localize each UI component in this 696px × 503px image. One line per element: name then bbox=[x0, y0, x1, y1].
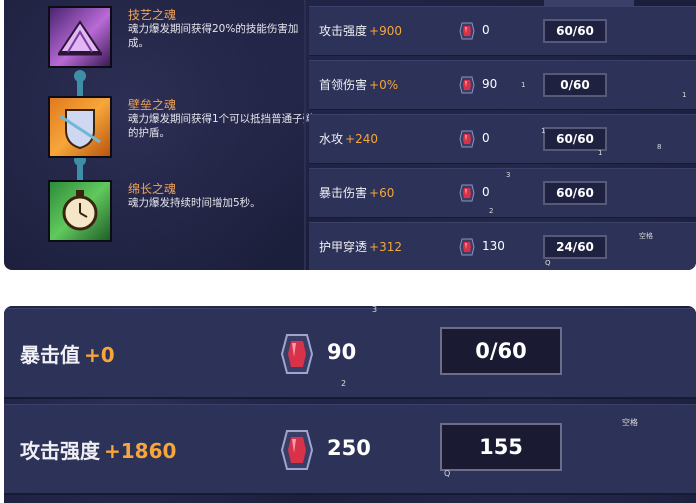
soul-gem-icon bbox=[459, 130, 475, 148]
stat-row-attack-strength[interactable]: 攻击强度 +1860 250 155 空格 Q bbox=[4, 404, 696, 495]
soul-gem-icon bbox=[280, 430, 314, 470]
upgrade-cost: 90 bbox=[482, 77, 498, 91]
stat-label: 攻击强度 +900 bbox=[319, 24, 402, 38]
stat-label: 攻击强度 +1860 bbox=[20, 439, 177, 463]
stat-row-armor-pierce[interactable]: 护甲穿透 +312 130 24/60 Q 空格 bbox=[309, 222, 696, 270]
overlay-mark: 8 bbox=[657, 143, 662, 151]
soul-description: 魂力爆发期间获得1个可以抵挡普通子弹的护盾。 bbox=[128, 113, 314, 139]
overlay-mark: 空格 bbox=[639, 232, 653, 240]
level-box[interactable]: 0/60 bbox=[440, 327, 562, 375]
overlay-mark: 2 bbox=[341, 379, 347, 388]
level-box[interactable]: 24/60 bbox=[543, 235, 607, 259]
soul-item-endurance[interactable]: 绵长之魂 魂力爆发持续时间增加5秒。 bbox=[48, 180, 298, 250]
level-box[interactable]: 0/60 bbox=[543, 73, 607, 97]
level-box[interactable]: 60/60 bbox=[543, 181, 607, 205]
upgrade-cost: 250 bbox=[327, 436, 371, 460]
stat-row-crit-damage[interactable]: 暴击伤害 +60 0 3 2 60/60 bbox=[309, 168, 696, 218]
soul-upgrade-panel: 技艺之魂 魂力爆发期间获得20%的技能伤害加成。 壁垒之魂 魂力爆发期间获得1个… bbox=[4, 0, 696, 270]
shell-icon bbox=[48, 6, 112, 68]
upgrade-cost: 0 bbox=[482, 131, 490, 145]
stopwatch-icon bbox=[48, 180, 112, 242]
soul-item-bulwark[interactable]: 壁垒之魂 魂力爆发期间获得1个可以抵挡普通子弹的护盾。 bbox=[48, 96, 313, 166]
overlay-mark: 1 bbox=[521, 81, 526, 89]
stat-row-water-attack[interactable]: 水攻 +240 0 60/60 1 8 1 bbox=[309, 114, 696, 164]
soul-item-skill[interactable]: 技艺之魂 魂力爆发期间获得20%的技能伤害加成。 bbox=[48, 6, 298, 76]
overlay-mark: 3 bbox=[372, 306, 378, 314]
stat-label: 水攻 +240 bbox=[319, 132, 378, 146]
soul-gem-icon bbox=[459, 184, 475, 202]
zoomed-stat-panel: 暴击值 +0 90 3 2 0/60 攻击强度 +1860 250 155 空格 Q bbox=[4, 306, 696, 503]
level-box[interactable]: 155 bbox=[440, 423, 562, 471]
soul-name: 绵长之魂 bbox=[128, 182, 177, 196]
soul-gem-icon bbox=[459, 238, 475, 256]
stat-bonus: +240 bbox=[345, 132, 378, 146]
stat-bonus: +312 bbox=[369, 240, 402, 254]
overlay-mark: 3 bbox=[506, 171, 511, 179]
soul-name: 技艺之魂 bbox=[128, 8, 177, 22]
panel-divider bbox=[304, 0, 306, 270]
stat-bonus: +1860 bbox=[104, 439, 177, 463]
soul-description: 魂力爆发期间获得20%的技能伤害加成。 bbox=[128, 23, 299, 49]
soul-gem-icon bbox=[280, 334, 314, 374]
soul-gem-icon bbox=[459, 76, 475, 94]
stat-label: 首领伤害 +0% bbox=[319, 78, 399, 92]
stat-bonus: +60 bbox=[369, 186, 395, 200]
stat-row-attack[interactable]: 攻击强度 +900 0 60/60 bbox=[309, 6, 696, 56]
stat-label: 护甲穿透 +312 bbox=[319, 240, 402, 254]
soul-name: 壁垒之魂 bbox=[128, 98, 177, 112]
upgrade-cost: 0 bbox=[482, 23, 490, 37]
overlay-mark: Q bbox=[444, 469, 451, 478]
stat-bonus: +0% bbox=[369, 78, 399, 92]
upgrade-cost: 0 bbox=[482, 185, 490, 199]
overlay-mark: Q bbox=[545, 259, 551, 267]
overlay-mark: 2 bbox=[489, 207, 494, 215]
stat-label: 暴击伤害 +60 bbox=[319, 186, 395, 200]
overlay-mark: 空格 bbox=[622, 418, 638, 427]
shield-icon bbox=[48, 96, 112, 158]
stat-row-crit-value[interactable]: 暴击值 +0 90 3 2 0/60 bbox=[4, 306, 696, 399]
level-box[interactable]: 60/60 bbox=[543, 19, 607, 43]
level-box[interactable]: 60/60 bbox=[543, 127, 607, 151]
overlay-mark: 1 bbox=[682, 91, 687, 99]
stat-bonus: +0 bbox=[84, 343, 115, 367]
soul-gem-icon bbox=[459, 22, 475, 40]
overlay-mark: 1 bbox=[541, 127, 546, 135]
stat-bonus: +900 bbox=[369, 24, 402, 38]
overlay-mark: 1 bbox=[598, 149, 603, 157]
upgrade-cost: 90 bbox=[327, 340, 357, 364]
stat-row-boss-damage[interactable]: 首领伤害 +0% 90 1 0/60 1 bbox=[309, 60, 696, 110]
stat-label: 暴击值 +0 bbox=[20, 343, 115, 367]
connector-line bbox=[77, 74, 83, 96]
upgrade-cost: 130 bbox=[482, 239, 505, 253]
soul-description: 魂力爆发持续时间增加5秒。 bbox=[128, 197, 261, 209]
